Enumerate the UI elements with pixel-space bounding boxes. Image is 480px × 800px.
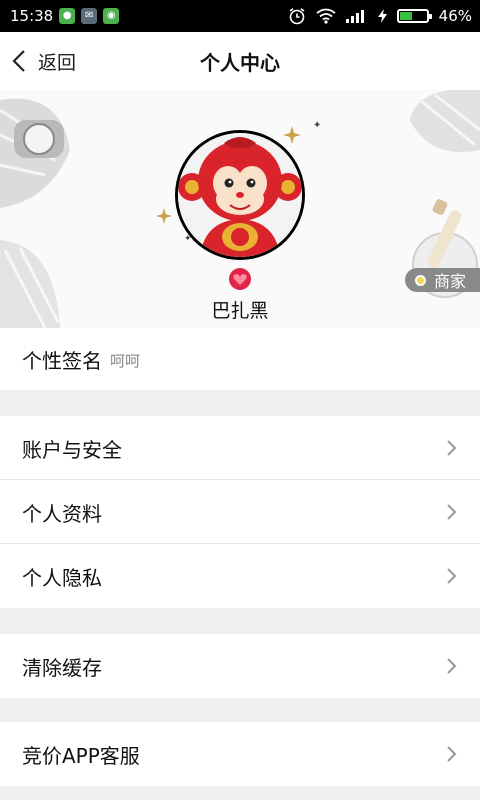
menu-item-account-security[interactable]: 账户与安全 <box>0 416 480 480</box>
nav-bar: 返回 个人中心 <box>0 32 480 90</box>
monkey-plush-image <box>178 133 302 257</box>
back-label: 返回 <box>38 51 77 74</box>
sparkle-icon <box>283 126 301 144</box>
chevron-right-icon <box>447 440 457 456</box>
avatar-image <box>178 133 302 257</box>
menu-item-label: 账户与安全 <box>22 437 122 462</box>
wifi-icon <box>316 8 336 24</box>
star-dot-icon: ✦ <box>313 120 322 131</box>
merchant-dot-icon <box>414 274 426 286</box>
wechat-notification-icon: ● <box>59 8 76 24</box>
back-button[interactable]: 返回 <box>12 32 76 90</box>
menu-item-label: 个人隐私 <box>22 565 102 590</box>
menu-item-personal-privacy[interactable]: 个人隐私 <box>0 544 480 608</box>
battery-percent: 46% <box>438 7 472 25</box>
signature-row[interactable]: 个性签名 呵呵 <box>0 328 480 390</box>
profile-header: ✦ ✦ 巴扎黑 商家 <box>0 90 480 328</box>
status-right: 46% <box>288 7 472 25</box>
merchant-tag[interactable]: 商家 <box>404 268 480 292</box>
charging-icon <box>377 9 387 23</box>
status-time: 15:38 <box>10 7 54 25</box>
alarm-icon <box>289 8 305 25</box>
menu-item-clear-cache[interactable]: 清除缓存 <box>0 634 480 698</box>
status-bar: 15:38 ● ✉ ◉ 46% <box>0 0 480 32</box>
merchant-label: 商家 <box>433 272 466 291</box>
signature-label: 个性签名 <box>22 348 102 373</box>
battery-icon <box>396 9 432 23</box>
menu-item-label: 个人资料 <box>22 501 102 526</box>
battery-fill <box>399 12 412 20</box>
section-gap <box>0 390 480 416</box>
section-gap <box>0 698 480 722</box>
signal-icon <box>345 10 364 23</box>
menu-item-label: 竞价APP客服 <box>22 743 140 768</box>
signature-value: 呵呵 <box>110 351 141 370</box>
leaf-cosmetic-decoration-icon <box>410 90 480 298</box>
section-gap <box>0 608 480 634</box>
status-left: 15:38 ● ✉ ◉ <box>10 7 120 25</box>
app-notification-icon: ◉ <box>103 8 120 24</box>
username: 巴扎黑 <box>211 300 269 322</box>
menu-item-personal-info[interactable]: 个人资料 <box>0 480 480 544</box>
mail-notification-icon: ✉ <box>81 8 98 24</box>
bottom-gap <box>0 786 480 800</box>
chevron-right-icon <box>447 658 457 674</box>
avatar[interactable] <box>175 130 305 260</box>
sparkle-icon <box>156 208 172 224</box>
menu-item-label: 清除缓存 <box>22 655 102 680</box>
chevron-right-icon <box>447 746 457 762</box>
leaf-watch-decoration-icon <box>0 98 70 328</box>
chevron-right-icon <box>447 568 457 584</box>
menu-item-customer-service[interactable]: 竞价APP客服 <box>0 722 480 786</box>
chevron-right-icon <box>447 504 457 520</box>
back-arrow-icon <box>12 50 25 72</box>
heart-level-badge-icon <box>229 268 251 290</box>
